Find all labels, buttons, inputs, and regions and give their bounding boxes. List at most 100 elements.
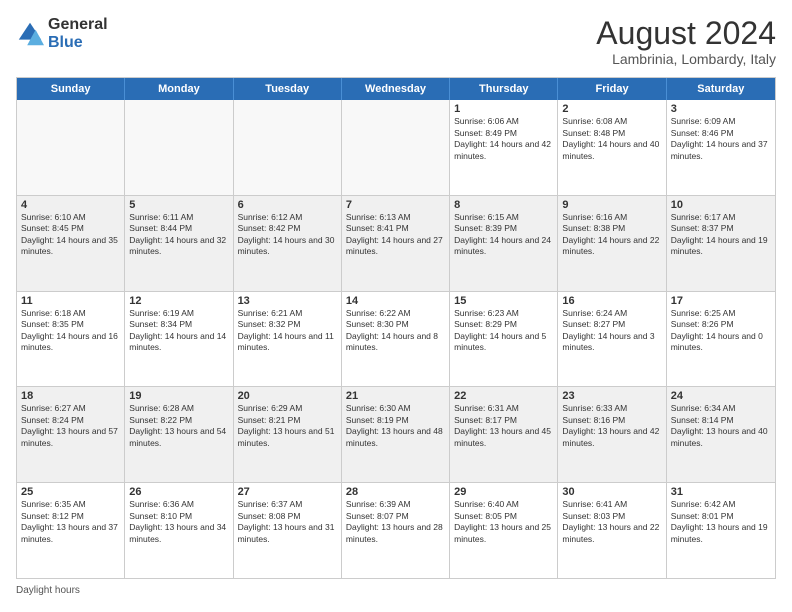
calendar-header-day: Tuesday xyxy=(234,78,342,100)
calendar-cell: 20Sunrise: 6:29 AM Sunset: 8:21 PM Dayli… xyxy=(234,387,342,482)
calendar-cell xyxy=(17,100,125,195)
day-number: 1 xyxy=(454,103,553,115)
calendar-cell: 8Sunrise: 6:15 AM Sunset: 8:39 PM Daylig… xyxy=(450,196,558,291)
calendar-cell: 28Sunrise: 6:39 AM Sunset: 8:07 PM Dayli… xyxy=(342,483,450,578)
calendar-cell: 5Sunrise: 6:11 AM Sunset: 8:44 PM Daylig… xyxy=(125,196,233,291)
calendar-cell: 7Sunrise: 6:13 AM Sunset: 8:41 PM Daylig… xyxy=(342,196,450,291)
cell-text: Sunrise: 6:42 AM Sunset: 8:01 PM Dayligh… xyxy=(671,499,771,545)
day-number: 20 xyxy=(238,390,337,402)
day-number: 11 xyxy=(21,295,120,307)
day-number: 7 xyxy=(346,199,445,211)
calendar-week-row: 25Sunrise: 6:35 AM Sunset: 8:12 PM Dayli… xyxy=(17,483,775,578)
calendar-cell: 21Sunrise: 6:30 AM Sunset: 8:19 PM Dayli… xyxy=(342,387,450,482)
calendar-cell: 16Sunrise: 6:24 AM Sunset: 8:27 PM Dayli… xyxy=(558,292,666,387)
day-number: 12 xyxy=(129,295,228,307)
calendar-cell: 13Sunrise: 6:21 AM Sunset: 8:32 PM Dayli… xyxy=(234,292,342,387)
calendar-cell xyxy=(234,100,342,195)
calendar-cell xyxy=(342,100,450,195)
calendar-cell: 31Sunrise: 6:42 AM Sunset: 8:01 PM Dayli… xyxy=(667,483,775,578)
day-number: 8 xyxy=(454,199,553,211)
day-number: 2 xyxy=(562,103,661,115)
calendar-header-day: Friday xyxy=(558,78,666,100)
cell-text: Sunrise: 6:13 AM Sunset: 8:41 PM Dayligh… xyxy=(346,212,445,258)
cell-text: Sunrise: 6:30 AM Sunset: 8:19 PM Dayligh… xyxy=(346,403,445,449)
cell-text: Sunrise: 6:37 AM Sunset: 8:08 PM Dayligh… xyxy=(238,499,337,545)
cell-text: Sunrise: 6:29 AM Sunset: 8:21 PM Dayligh… xyxy=(238,403,337,449)
calendar-cell: 11Sunrise: 6:18 AM Sunset: 8:35 PM Dayli… xyxy=(17,292,125,387)
subtitle: Lambrinia, Lombardy, Italy xyxy=(596,51,776,67)
cell-text: Sunrise: 6:09 AM Sunset: 8:46 PM Dayligh… xyxy=(671,116,771,162)
day-number: 17 xyxy=(671,295,771,307)
day-number: 5 xyxy=(129,199,228,211)
calendar-cell: 26Sunrise: 6:36 AM Sunset: 8:10 PM Dayli… xyxy=(125,483,233,578)
day-number: 29 xyxy=(454,486,553,498)
calendar-header-day: Wednesday xyxy=(342,78,450,100)
calendar-header-day: Monday xyxy=(125,78,233,100)
calendar-cell: 10Sunrise: 6:17 AM Sunset: 8:37 PM Dayli… xyxy=(667,196,775,291)
logo-text: General Blue xyxy=(48,16,108,51)
footer: Daylight hours xyxy=(16,585,776,596)
calendar-cell: 14Sunrise: 6:22 AM Sunset: 8:30 PM Dayli… xyxy=(342,292,450,387)
day-number: 31 xyxy=(671,486,771,498)
calendar-week-row: 18Sunrise: 6:27 AM Sunset: 8:24 PM Dayli… xyxy=(17,387,775,483)
calendar-cell: 12Sunrise: 6:19 AM Sunset: 8:34 PM Dayli… xyxy=(125,292,233,387)
day-number: 30 xyxy=(562,486,661,498)
logo-blue: Blue xyxy=(48,34,108,52)
day-number: 27 xyxy=(238,486,337,498)
cell-text: Sunrise: 6:12 AM Sunset: 8:42 PM Dayligh… xyxy=(238,212,337,258)
calendar-cell: 30Sunrise: 6:41 AM Sunset: 8:03 PM Dayli… xyxy=(558,483,666,578)
cell-text: Sunrise: 6:16 AM Sunset: 8:38 PM Dayligh… xyxy=(562,212,661,258)
day-number: 18 xyxy=(21,390,120,402)
calendar-cell: 22Sunrise: 6:31 AM Sunset: 8:17 PM Dayli… xyxy=(450,387,558,482)
calendar-cell: 25Sunrise: 6:35 AM Sunset: 8:12 PM Dayli… xyxy=(17,483,125,578)
calendar-cell: 17Sunrise: 6:25 AM Sunset: 8:26 PM Dayli… xyxy=(667,292,775,387)
day-number: 24 xyxy=(671,390,771,402)
cell-text: Sunrise: 6:23 AM Sunset: 8:29 PM Dayligh… xyxy=(454,308,553,354)
title-block: August 2024 Lambrinia, Lombardy, Italy xyxy=(596,16,776,67)
day-number: 21 xyxy=(346,390,445,402)
main-title: August 2024 xyxy=(596,16,776,51)
day-number: 16 xyxy=(562,295,661,307)
cell-text: Sunrise: 6:33 AM Sunset: 8:16 PM Dayligh… xyxy=(562,403,661,449)
page: General Blue August 2024 Lambrinia, Lomb… xyxy=(0,0,792,612)
calendar-cell xyxy=(125,100,233,195)
cell-text: Sunrise: 6:34 AM Sunset: 8:14 PM Dayligh… xyxy=(671,403,771,449)
cell-text: Sunrise: 6:17 AM Sunset: 8:37 PM Dayligh… xyxy=(671,212,771,258)
calendar-body: 1Sunrise: 6:06 AM Sunset: 8:49 PM Daylig… xyxy=(17,100,775,578)
day-number: 6 xyxy=(238,199,337,211)
cell-text: Sunrise: 6:40 AM Sunset: 8:05 PM Dayligh… xyxy=(454,499,553,545)
calendar-cell: 23Sunrise: 6:33 AM Sunset: 8:16 PM Dayli… xyxy=(558,387,666,482)
calendar-week-row: 4Sunrise: 6:10 AM Sunset: 8:45 PM Daylig… xyxy=(17,196,775,292)
calendar-header-day: Thursday xyxy=(450,78,558,100)
day-number: 19 xyxy=(129,390,228,402)
cell-text: Sunrise: 6:10 AM Sunset: 8:45 PM Dayligh… xyxy=(21,212,120,258)
calendar-week-row: 1Sunrise: 6:06 AM Sunset: 8:49 PM Daylig… xyxy=(17,100,775,196)
calendar-cell: 1Sunrise: 6:06 AM Sunset: 8:49 PM Daylig… xyxy=(450,100,558,195)
day-number: 23 xyxy=(562,390,661,402)
calendar-cell: 4Sunrise: 6:10 AM Sunset: 8:45 PM Daylig… xyxy=(17,196,125,291)
calendar-cell: 6Sunrise: 6:12 AM Sunset: 8:42 PM Daylig… xyxy=(234,196,342,291)
cell-text: Sunrise: 6:21 AM Sunset: 8:32 PM Dayligh… xyxy=(238,308,337,354)
logo-general: General xyxy=(48,16,108,34)
logo-icon xyxy=(16,20,44,48)
cell-text: Sunrise: 6:15 AM Sunset: 8:39 PM Dayligh… xyxy=(454,212,553,258)
cell-text: Sunrise: 6:41 AM Sunset: 8:03 PM Dayligh… xyxy=(562,499,661,545)
day-number: 3 xyxy=(671,103,771,115)
calendar-cell: 9Sunrise: 6:16 AM Sunset: 8:38 PM Daylig… xyxy=(558,196,666,291)
day-number: 4 xyxy=(21,199,120,211)
calendar-cell: 19Sunrise: 6:28 AM Sunset: 8:22 PM Dayli… xyxy=(125,387,233,482)
cell-text: Sunrise: 6:11 AM Sunset: 8:44 PM Dayligh… xyxy=(129,212,228,258)
footer-text: Daylight hours xyxy=(16,585,80,596)
header: General Blue August 2024 Lambrinia, Lomb… xyxy=(16,16,776,67)
day-number: 25 xyxy=(21,486,120,498)
calendar-header: SundayMondayTuesdayWednesdayThursdayFrid… xyxy=(17,78,775,100)
calendar-cell: 18Sunrise: 6:27 AM Sunset: 8:24 PM Dayli… xyxy=(17,387,125,482)
calendar-header-day: Sunday xyxy=(17,78,125,100)
cell-text: Sunrise: 6:39 AM Sunset: 8:07 PM Dayligh… xyxy=(346,499,445,545)
calendar-cell: 24Sunrise: 6:34 AM Sunset: 8:14 PM Dayli… xyxy=(667,387,775,482)
cell-text: Sunrise: 6:31 AM Sunset: 8:17 PM Dayligh… xyxy=(454,403,553,449)
day-number: 14 xyxy=(346,295,445,307)
calendar-cell: 27Sunrise: 6:37 AM Sunset: 8:08 PM Dayli… xyxy=(234,483,342,578)
day-number: 9 xyxy=(562,199,661,211)
cell-text: Sunrise: 6:36 AM Sunset: 8:10 PM Dayligh… xyxy=(129,499,228,545)
